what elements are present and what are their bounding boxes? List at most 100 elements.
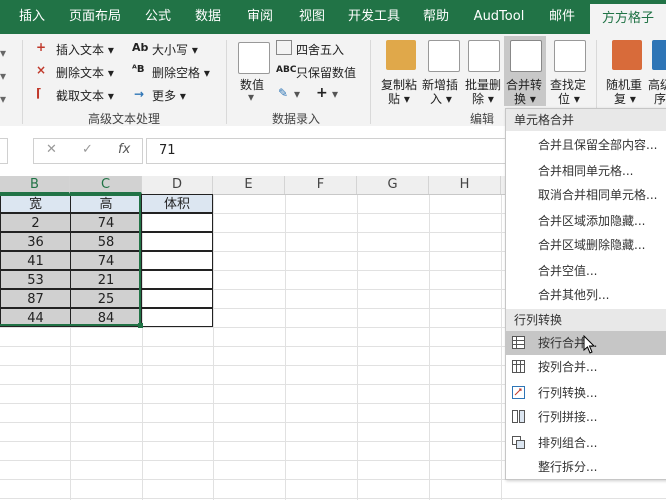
tab-insert[interactable]: 插入 (10, 0, 54, 34)
cut-text-button[interactable]: 截取文本 ▾ (56, 87, 114, 104)
case-icon: Ab (132, 41, 149, 54)
cell-b-header[interactable]: 宽 (0, 194, 71, 213)
cell-d[interactable] (141, 289, 213, 308)
cell-c[interactable]: 25 (70, 289, 142, 308)
cell-c[interactable]: 74 (70, 251, 142, 270)
cancel-icon[interactable]: ✕ (46, 142, 57, 157)
menu-item-merge-remove-hidden[interactable]: 合并区域删除隐藏... (506, 233, 666, 257)
cell-b[interactable]: 44 (0, 308, 71, 327)
cell-c[interactable]: 84 (70, 308, 142, 327)
table-icon (512, 360, 525, 373)
group-label-edit: 编辑 (470, 112, 495, 126)
table-icon (512, 336, 525, 349)
column-header-d[interactable]: D (142, 176, 213, 194)
case-button[interactable]: 大小写 ▾ (152, 41, 198, 58)
insert-text-button[interactable]: 插入文本 ▾ (56, 41, 114, 58)
keep-value-icon: ABC (276, 65, 297, 75)
menu-item-unmerge-same[interactable]: 取消合并相同单元格... (506, 183, 666, 207)
menu-item-merge-blank[interactable]: 合并空值... (506, 259, 666, 283)
fill-handle[interactable] (138, 323, 143, 328)
group-label-number: 数据录入 (272, 112, 321, 126)
chevron-down-icon: ▾ (332, 87, 339, 101)
chevron-down-icon: ▾ (294, 87, 301, 101)
merge-convert-menu: 单元格合并 合并且保留全部内容... 合并相同单元格... 取消合并相同单元格.… (505, 108, 666, 480)
chevron-down-icon: ▾ (0, 46, 7, 60)
cell-d-header[interactable]: 体积 (141, 194, 213, 213)
menu-item-row-col-join[interactable]: 行列拼接... (506, 405, 666, 429)
menu-section-row-col-convert: 行列转换 (506, 309, 666, 331)
tab-audtool[interactable]: AudTool (466, 0, 532, 34)
cell-b[interactable]: 2 (0, 213, 71, 232)
cell-b[interactable]: 87 (0, 289, 71, 308)
cell-b[interactable]: 53 (0, 270, 71, 289)
tab-fangfang[interactable]: 方方格子 (590, 4, 666, 34)
tab-page-layout[interactable]: 页面布局 (64, 0, 126, 34)
edit-icon: ✎ (278, 86, 289, 100)
formula-value: 71 (159, 143, 176, 158)
tab-help[interactable]: 帮助 (414, 0, 458, 34)
value-icon (238, 42, 270, 74)
name-box[interactable] (0, 138, 8, 164)
chevron-down-icon: ▾ (248, 90, 255, 104)
tab-review[interactable]: 审阅 (238, 0, 282, 34)
add-insert-icon (428, 40, 460, 72)
delete-space-icon: ᴬB (132, 64, 145, 75)
find-locate-icon (554, 40, 586, 72)
plus-icon[interactable]: + (316, 85, 328, 101)
menu-item-merge-same[interactable]: 合并相同单元格... (506, 159, 666, 183)
merge-convert-label-2: 换 ▾ (514, 92, 536, 106)
random-label-2: 复 ▾ (614, 92, 636, 106)
delete-text-button[interactable]: 删除文本 ▾ (56, 64, 114, 81)
more-button[interactable]: 更多 ▾ (152, 87, 186, 104)
tab-developer[interactable]: 开发工具 (342, 0, 406, 34)
round-button[interactable]: 四舍五入 (296, 41, 344, 58)
advanced-label-2: 序 (654, 92, 666, 106)
cell-c[interactable]: 21 (70, 270, 142, 289)
chevron-down-icon: ▾ (0, 92, 7, 106)
menu-item-merge-keep-all[interactable]: 合并且保留全部内容... (506, 133, 666, 157)
cell-b[interactable]: 36 (0, 232, 71, 251)
formula-buttons: ✕ ✓ fx (33, 138, 143, 164)
column-header-g[interactable]: G (357, 176, 429, 194)
menu-item-merge-add-hidden[interactable]: 合并区域添加隐藏... (506, 209, 666, 233)
transpose-icon (512, 386, 525, 399)
column-header-f[interactable]: F (285, 176, 357, 194)
cell-d[interactable] (141, 213, 213, 232)
chevron-down-icon: ▾ (0, 69, 7, 83)
column-header-h[interactable]: H (429, 176, 501, 194)
permutation-icon (512, 436, 525, 449)
more-icon: → (134, 87, 145, 101)
fx-icon[interactable]: fx (118, 142, 130, 157)
cell-d[interactable] (141, 270, 213, 289)
tab-view[interactable]: 视图 (290, 0, 334, 34)
column-header-c[interactable]: C (70, 176, 142, 194)
menu-item-split-rows[interactable]: 整行拆分... (506, 455, 666, 479)
find-locate-label-2: 位 ▾ (558, 92, 580, 106)
menu-item-merge-by-column[interactable]: 按列合并... (506, 355, 666, 379)
join-icon (512, 410, 525, 423)
confirm-icon[interactable]: ✓ (82, 142, 93, 157)
menu-item-transpose[interactable]: 行列转换... (506, 381, 666, 405)
column-header-b[interactable]: B (0, 176, 70, 194)
tab-data[interactable]: 数据 (186, 0, 230, 34)
cell-d[interactable] (141, 308, 213, 327)
group-divider (370, 40, 371, 124)
delete-space-button[interactable]: 删除空格 ▾ (152, 64, 210, 81)
tab-formulas[interactable]: 公式 (136, 0, 180, 34)
cell-d[interactable] (141, 232, 213, 251)
group-divider (22, 40, 23, 124)
cell-b[interactable]: 41 (0, 251, 71, 270)
tab-mail[interactable]: 邮件 (540, 0, 584, 34)
copy-paste-label-2: 贴 ▾ (388, 92, 410, 106)
menu-section-cell-merge: 单元格合并 (506, 109, 666, 131)
menu-item-permutation[interactable]: 排列组合... (506, 431, 666, 455)
menu-item-merge-other-columns[interactable]: 合并其他列... (506, 283, 666, 307)
column-header-e[interactable]: E (213, 176, 285, 194)
cell-c-header[interactable]: 高 (70, 194, 142, 213)
mouse-cursor-icon (583, 335, 596, 354)
cell-c[interactable]: 74 (70, 213, 142, 232)
batch-delete-icon (468, 40, 500, 72)
keep-value-button[interactable]: 只保留数值 (296, 64, 356, 81)
cell-c[interactable]: 58 (70, 232, 142, 251)
cell-d[interactable] (141, 251, 213, 270)
